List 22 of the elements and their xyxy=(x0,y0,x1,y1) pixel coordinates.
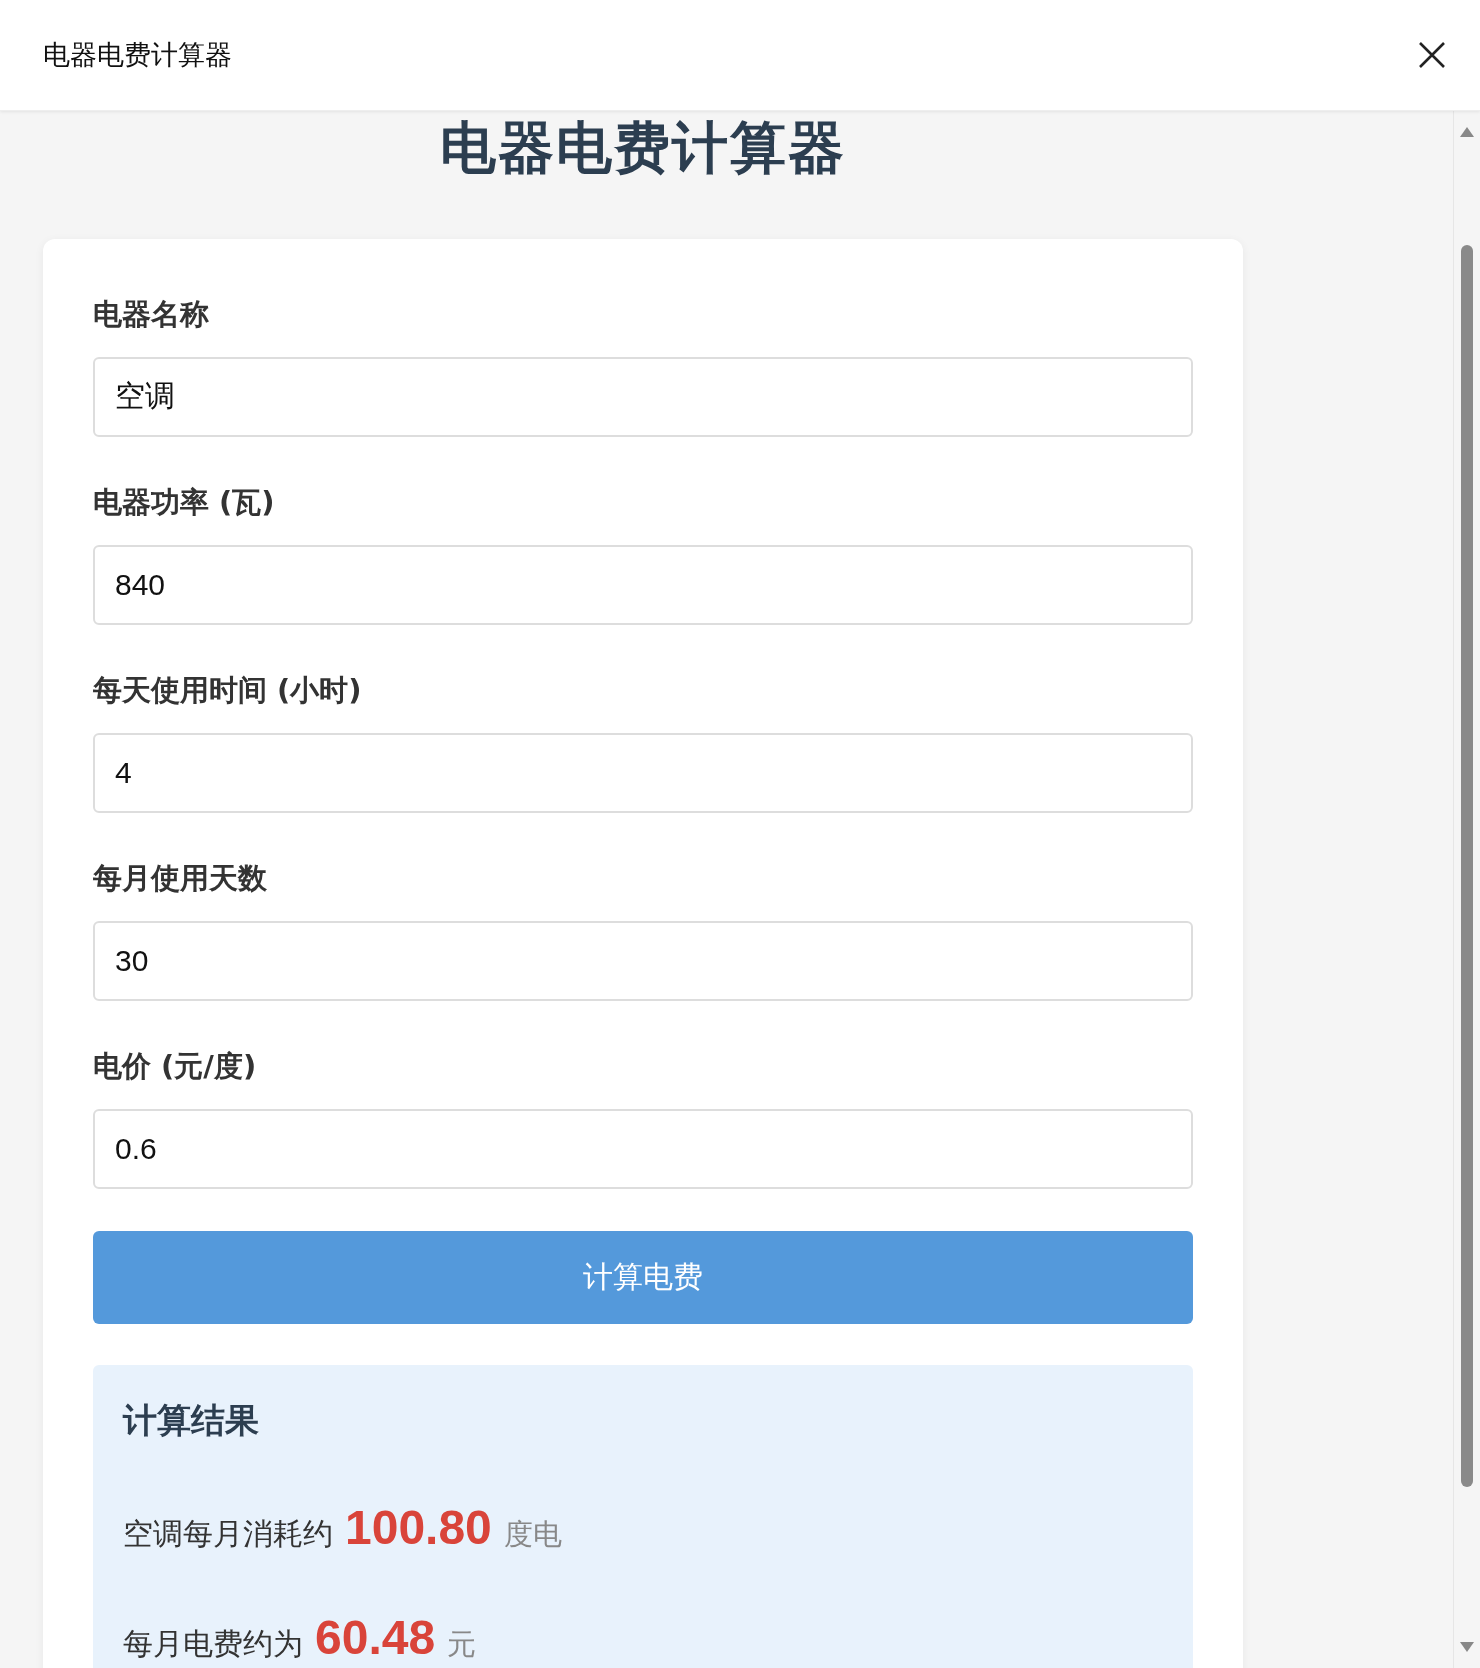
field-label: 电器功率 (瓦) xyxy=(93,483,275,521)
result-text: 每月电费约为 xyxy=(123,1624,303,1663)
result-unit: 元 xyxy=(447,1625,477,1663)
result-text: 空调每月消耗约 xyxy=(123,1514,333,1553)
result-unit: 度电 xyxy=(503,1515,562,1553)
field-label: 每月使用天数 xyxy=(93,859,267,897)
input-field[interactable]: 0.6 xyxy=(93,1108,1193,1189)
input-field[interactable]: 840 xyxy=(93,544,1193,625)
scroll-up-icon[interactable] xyxy=(1460,127,1474,137)
close-icon[interactable] xyxy=(1419,42,1445,68)
page-heading: 电器电费计算器 xyxy=(439,117,847,179)
input-field[interactable]: 30 xyxy=(93,920,1193,1001)
window-title: 电器电费计算器 xyxy=(43,38,232,72)
field-label: 电价 (元/度) xyxy=(93,1047,257,1085)
field-label: 每天使用时间 (小时) xyxy=(93,671,362,709)
scroll-down-icon[interactable] xyxy=(1460,1642,1474,1652)
field-label: 电器名称 xyxy=(93,295,209,333)
result-title: 计算结果 xyxy=(123,1398,259,1442)
result-value: 100.80 xyxy=(345,1499,492,1555)
input-field[interactable]: 空调 xyxy=(93,356,1193,437)
result-value: 60.48 xyxy=(315,1609,436,1665)
input-field[interactable]: 4 xyxy=(93,732,1193,813)
